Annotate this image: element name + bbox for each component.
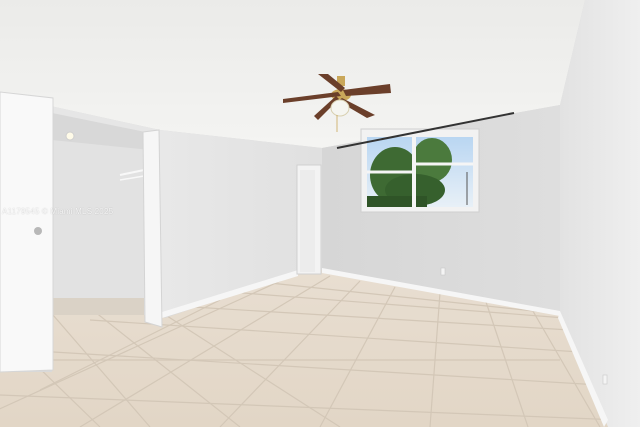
outlet-icon [440,267,446,276]
watermark: A1179545 © Miami MLS 2025 [2,207,114,216]
outlet-icon [602,374,608,385]
closet-door[interactable] [142,129,163,328]
main-door[interactable] [0,91,54,373]
interior-doorway [296,164,322,275]
light-fixture-icon [65,131,75,141]
window [360,128,480,213]
door-knob-icon [34,227,42,235]
